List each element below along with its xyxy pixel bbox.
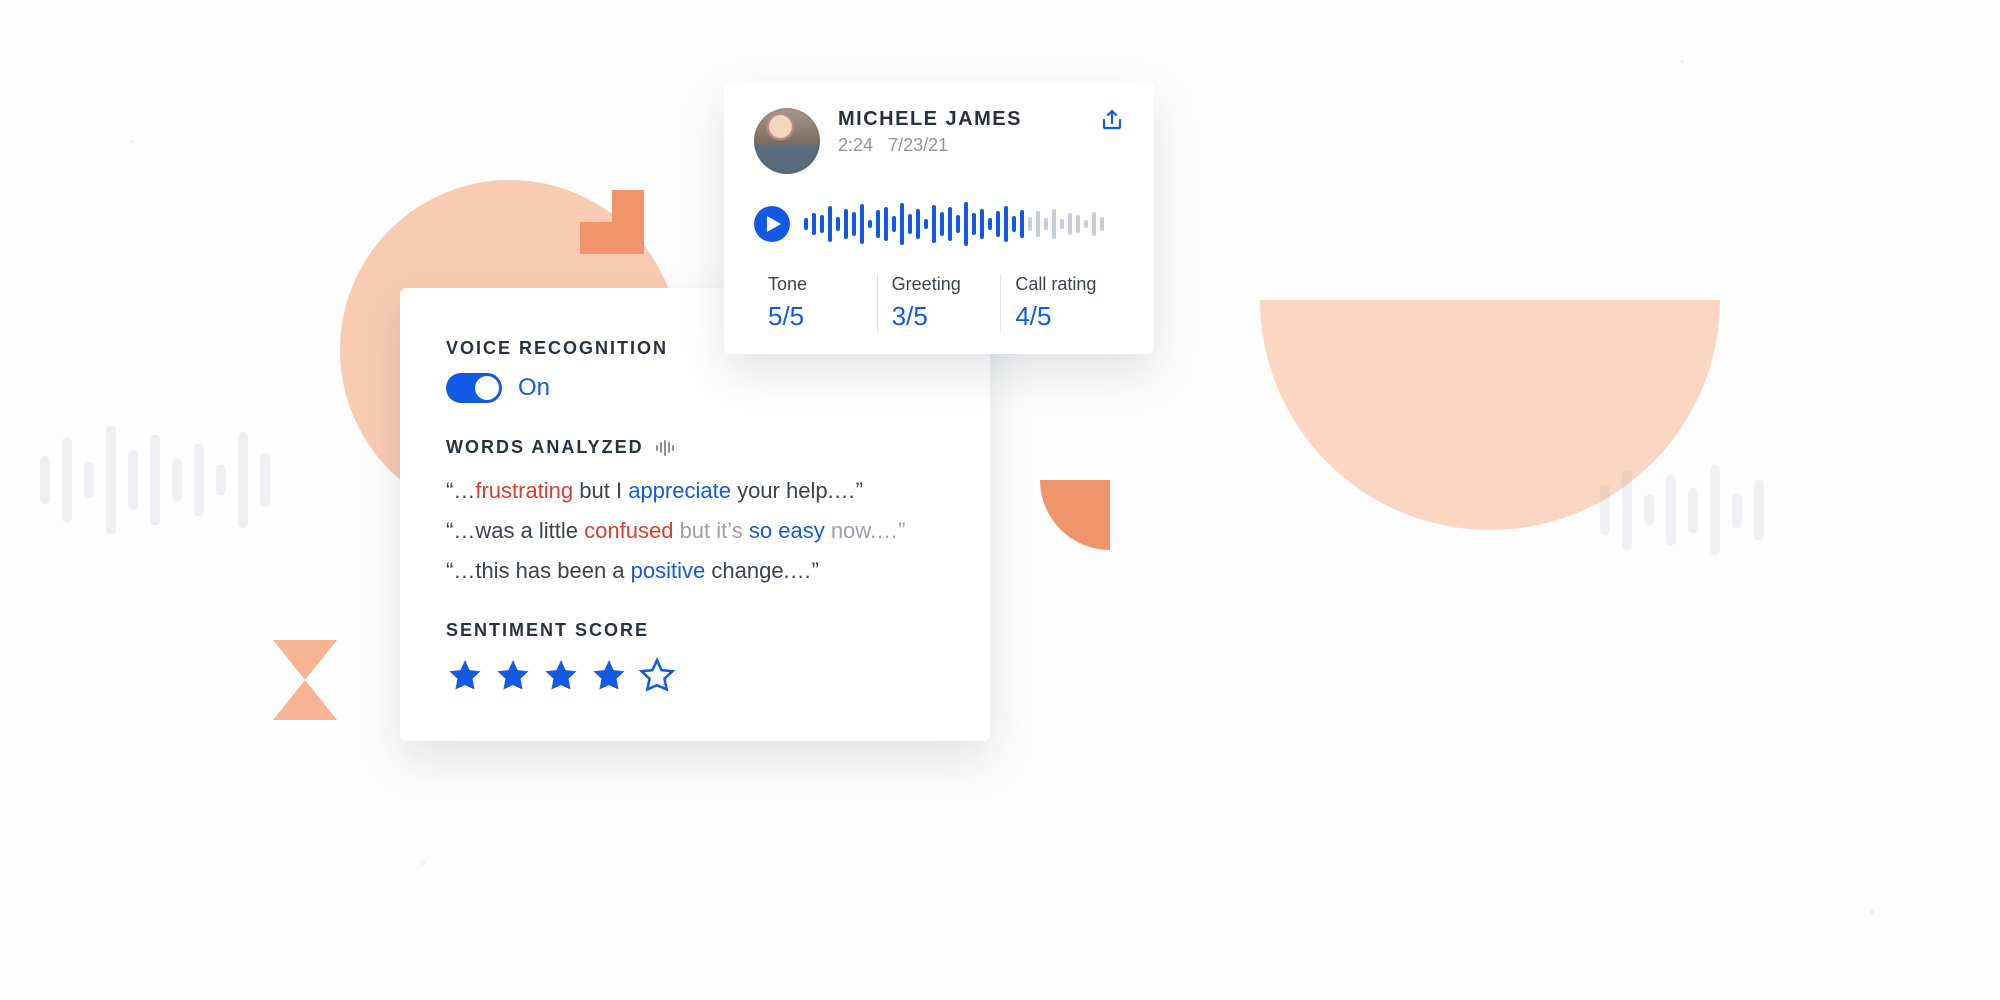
quote-text: your help.…” (731, 478, 863, 503)
waveform-bar (932, 205, 936, 243)
waveform-bar (884, 207, 888, 241)
share-button[interactable] (1100, 108, 1124, 137)
waveform-bar (868, 220, 872, 228)
call-card: MICHELE JAMES 2:24 7/23/21 Tone 5/5 Greeti… (724, 82, 1154, 354)
waveform-bar (804, 218, 808, 230)
metric: Tone 5/5 (754, 274, 877, 332)
waveform-bar (1100, 217, 1104, 231)
star-filled-icon (446, 657, 484, 695)
star-filled-icon (590, 657, 628, 695)
quote-text: “…this has been a (446, 558, 631, 583)
waveform-bar (844, 209, 848, 239)
waveform-bar (980, 209, 984, 239)
waveform-bar (916, 209, 920, 239)
waveform-bar (1060, 219, 1064, 229)
words-analyzed-heading: WORDS ANALYZED (446, 437, 644, 458)
waveform-bar (1092, 212, 1096, 236)
waveform-bar (940, 212, 944, 236)
negative-word: confused (584, 518, 673, 543)
metric-label: Greeting (892, 274, 987, 295)
waveform-bar (1068, 213, 1072, 235)
waveform-bar (924, 219, 928, 229)
waveform-bar (820, 215, 824, 233)
waveform-bar (996, 211, 1000, 237)
analyzed-quotes-list: “…frustrating but I appreciate your help… (446, 478, 944, 584)
quote-text: “…was a little (446, 518, 584, 543)
sentiment-star-rating (446, 657, 944, 695)
audio-waveform[interactable] (804, 200, 1124, 248)
toggle-state-label: On (518, 374, 550, 402)
waveform-bar (1012, 216, 1016, 232)
analyzed-quote: “…this has been a positive change.…” (446, 558, 944, 584)
waveform-bar (948, 207, 952, 241)
caller-name: MICHELE JAMES (838, 108, 1022, 131)
waveform-bar (1028, 217, 1032, 231)
decorative-quarter-shape (1040, 480, 1110, 555)
waveform-bar (1076, 215, 1080, 233)
play-button[interactable] (754, 206, 790, 242)
play-icon (767, 216, 781, 232)
analyzed-quote: “…frustrating but I appreciate your help… (446, 478, 944, 504)
waveform-bar (1004, 206, 1008, 242)
waveform-bar (860, 204, 864, 244)
call-metrics-row: Tone 5/5 Greeting 3/5 Call rating 4/5 (754, 274, 1124, 332)
quote-text: but I (573, 478, 628, 503)
waveform-bar (1052, 209, 1056, 239)
waveform-bar (836, 217, 840, 231)
waveform-bar (964, 202, 968, 246)
call-date: 7/23/21 (888, 135, 948, 155)
metric-label: Call rating (1015, 274, 1110, 295)
waveform-bar (972, 213, 976, 235)
waveform-bar (1084, 220, 1088, 228)
metric: Call rating 4/5 (1000, 274, 1124, 332)
decorative-waveform (40, 420, 420, 540)
waveform-bar (828, 206, 832, 242)
quote-text: but it’s (673, 518, 748, 543)
waveform-bar (876, 210, 880, 238)
analyzed-quote: “…was a little confused but it’s so easy… (446, 518, 944, 544)
decorative-step-shape (580, 190, 644, 254)
waveform-icon (656, 440, 674, 456)
quote-text: now.…” (825, 518, 906, 543)
metric: Greeting 3/5 (877, 274, 1001, 332)
metric-value: 3/5 (892, 301, 987, 332)
avatar (754, 108, 820, 174)
metric-label: Tone (768, 274, 863, 295)
negative-word: frustrating (475, 478, 573, 503)
star-empty-icon (638, 657, 676, 695)
quote-text: change.…” (705, 558, 819, 583)
call-duration: 2:24 (838, 135, 873, 155)
waveform-bar (852, 212, 856, 236)
voice-recognition-toggle[interactable] (446, 373, 502, 403)
waveform-bar (892, 216, 896, 232)
waveform-bar (988, 218, 992, 230)
waveform-bar (900, 203, 904, 245)
share-icon (1100, 108, 1124, 132)
waveform-bar (956, 215, 960, 233)
star-filled-icon (494, 657, 532, 695)
sentiment-score-heading: SENTIMENT SCORE (446, 620, 944, 641)
decorative-waveform (1600, 460, 1920, 560)
positive-word: appreciate (628, 478, 731, 503)
metric-value: 4/5 (1015, 301, 1110, 332)
waveform-bar (1044, 218, 1048, 230)
waveform-bar (1036, 211, 1040, 237)
waveform-bar (812, 213, 816, 235)
positive-word: positive (631, 558, 706, 583)
waveform-bar (908, 214, 912, 234)
quote-text: “… (446, 478, 475, 503)
positive-word: so easy (749, 518, 825, 543)
metric-value: 5/5 (768, 301, 863, 332)
star-filled-icon (542, 657, 580, 695)
call-metadata: 2:24 7/23/21 (838, 135, 1022, 156)
toggle-knob (475, 376, 499, 400)
analysis-card: VOICE RECOGNITION On WORDS ANALYZED “…fr… (400, 288, 990, 741)
waveform-bar (1020, 210, 1024, 238)
